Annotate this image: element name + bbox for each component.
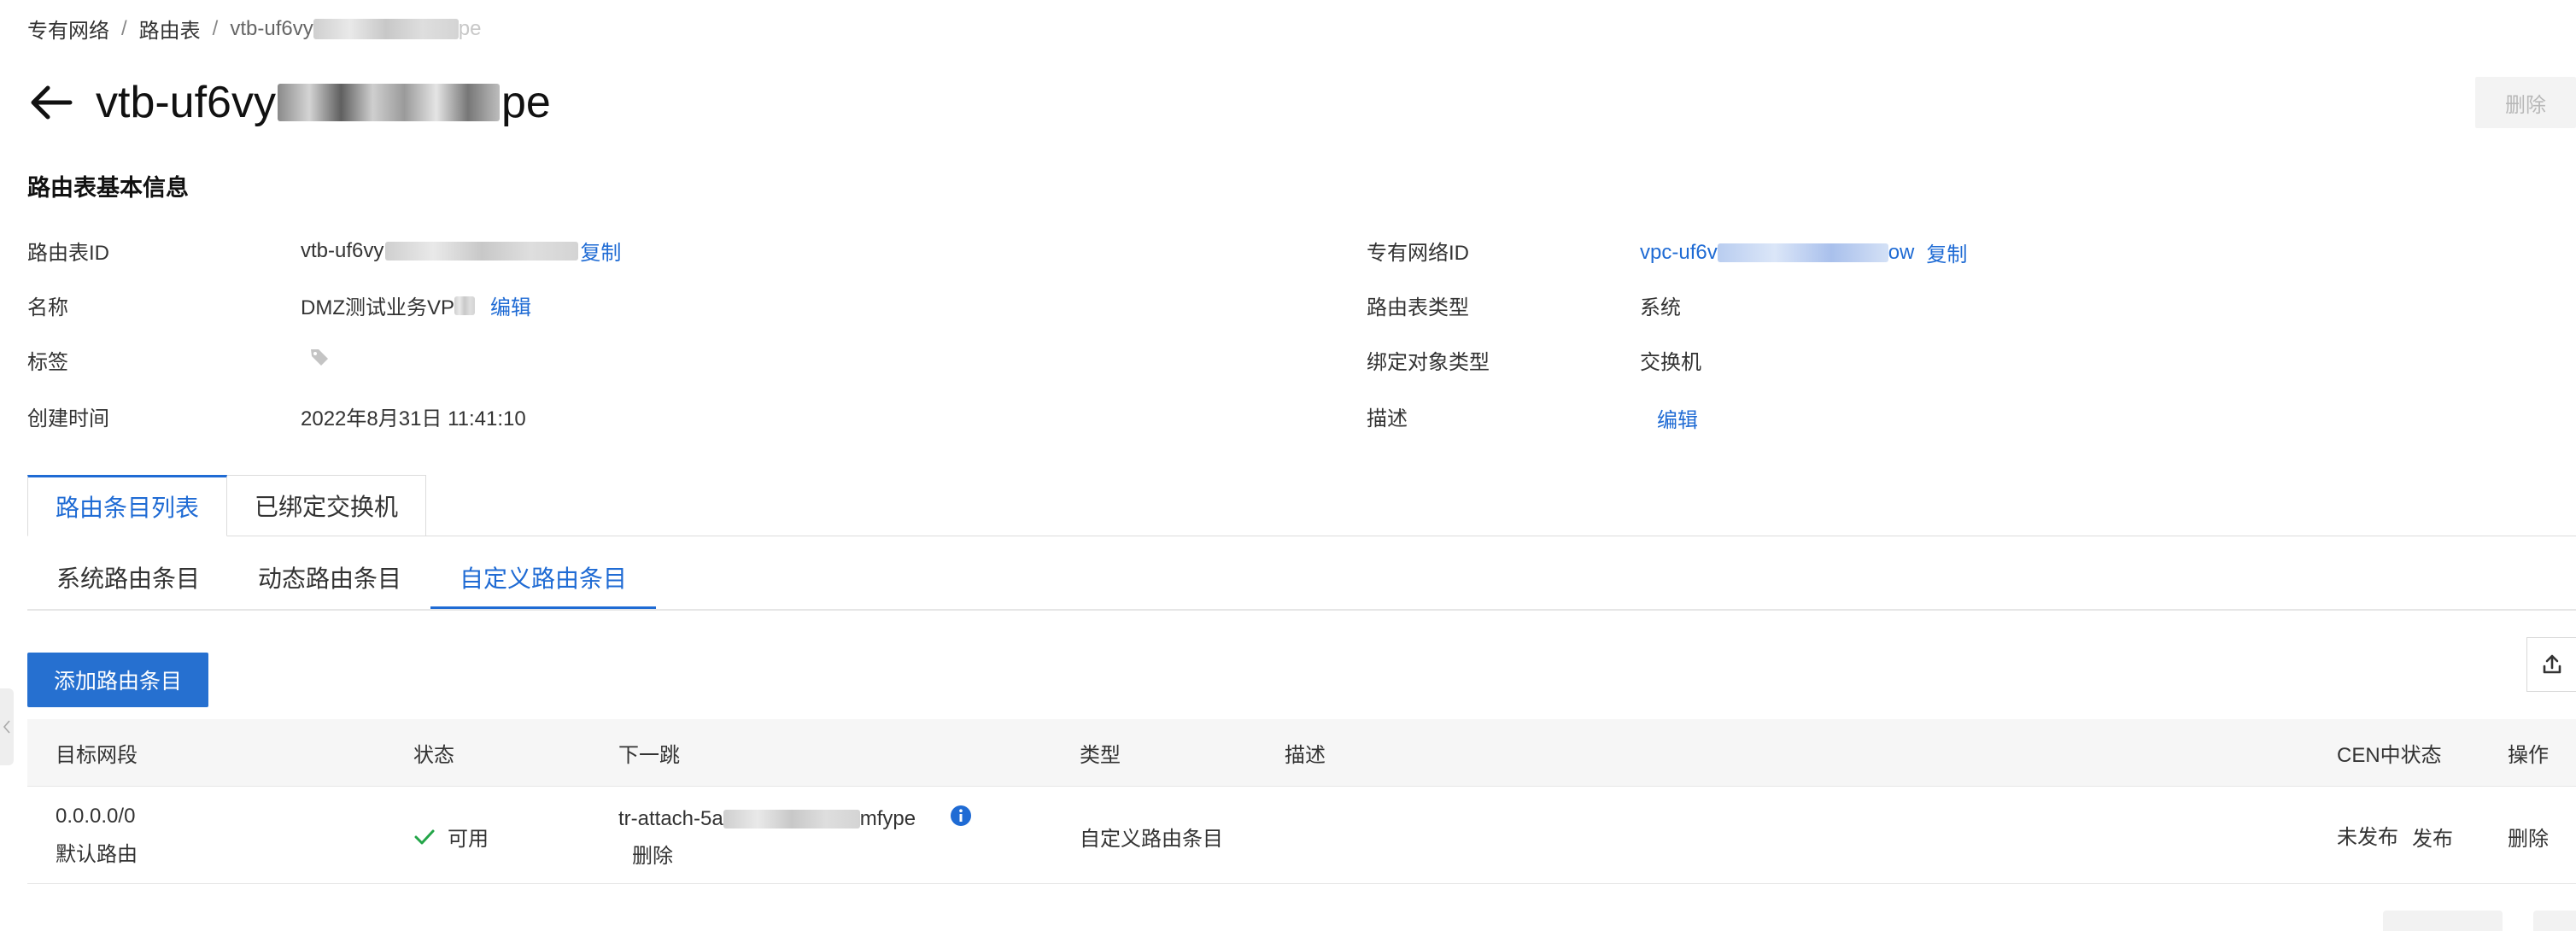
redacted-text [1717, 243, 1888, 263]
route-table-type-label: 路由表类型 [1367, 296, 1469, 319]
check-icon [414, 829, 435, 844]
edit-description-link[interactable]: 编辑 [1657, 403, 1698, 433]
redacted-text [277, 84, 500, 121]
page-title-prefix: vtb-uf6vy [96, 78, 276, 127]
status-text: 可用 [448, 828, 489, 851]
default-route-note: 默认路由 [56, 843, 138, 866]
route-entry-subtabs: 系统路由条目 动态路由条目 自定义路由条目 [27, 560, 657, 610]
route-table-id-text: vtb-uf6vy [301, 238, 384, 262]
name-text: DMZ测试业务VP [301, 296, 454, 319]
bind-type-value: 交换机 [1640, 351, 1701, 374]
redacted-text [454, 296, 475, 315]
breadcrumb-current-tail: pe [458, 16, 482, 40]
description-label: 描述 [1367, 407, 1408, 430]
name-value: DMZ测试业务VP 编辑 [301, 290, 531, 320]
name-label: 名称 [27, 296, 68, 319]
delete-route-table-button[interactable]: 删除 [2475, 77, 2576, 128]
tab-route-entries[interactable]: 路由条目列表 [27, 475, 228, 536]
subtab-custom-routes[interactable]: 自定义路由条目 [430, 560, 657, 610]
sidebar-collapse-handle[interactable] [0, 688, 14, 765]
column-header-next-hop: 下一跳 [618, 743, 680, 767]
created-time-value: 2022年8月31日 11:41:10 [301, 407, 526, 430]
tag-label: 标签 [27, 351, 68, 374]
breadcrumb: 专有网络 / 路由表 / vtb-uf6vy pe [27, 14, 481, 44]
subtabs-divider [27, 609, 2576, 611]
route-table-id-value: vtb-uf6vy 复制 [301, 236, 621, 266]
next-hop-cell: tr-attach-5a mfype [618, 805, 972, 833]
next-hop-suffix: mfype [859, 806, 916, 830]
breadcrumb-item-route-tables[interactable]: 路由表 [139, 14, 201, 44]
pagination-next-button[interactable] [2533, 911, 2576, 931]
destination-cidr: 0.0.0.0/0 [56, 805, 136, 828]
main-tabs: 路由条目列表 已绑定交换机 [27, 475, 427, 536]
breadcrumb-separator: / [212, 16, 219, 40]
add-route-entry-button[interactable]: 添加路由条目 [27, 653, 208, 707]
column-header-status: 状态 [413, 743, 454, 767]
section-title-basic-info: 路由表基本信息 [27, 175, 189, 201]
breadcrumb-item-vpc[interactable]: 专有网络 [27, 14, 109, 44]
bind-type-label: 绑定对象类型 [1367, 351, 1490, 374]
redacted-text [723, 809, 860, 829]
column-header-cen-status: CEN中状态 [2337, 743, 2442, 767]
next-hop-prefix: tr-attach-5a [618, 806, 723, 830]
vpc-id-label: 专有网络ID [1367, 242, 1469, 265]
delete-next-hop-link[interactable]: 删除 [632, 839, 673, 869]
vpc-id-link[interactable]: vpc-uf6v ow [1640, 241, 1914, 265]
publish-link[interactable]: 发布 [2412, 822, 2453, 852]
back-arrow-icon[interactable] [27, 79, 75, 126]
route-type-cell: 自定义路由条目 [1080, 828, 1223, 851]
table-row-divider [27, 883, 2576, 884]
breadcrumb-current: vtb-uf6vy pe [230, 17, 481, 41]
export-icon[interactable] [2526, 637, 2576, 692]
route-table-header: 目标网段 状态 下一跳 类型 描述 CEN中状态 操作 [27, 719, 2576, 786]
subtab-dynamic-routes[interactable]: 动态路由条目 [229, 560, 430, 608]
vpc-id-suffix: ow [1888, 240, 1915, 264]
column-header-actions: 操作 [2508, 743, 2549, 767]
column-header-type: 类型 [1080, 743, 1121, 767]
redacted-text [313, 19, 459, 40]
table-header-divider [27, 786, 2576, 787]
route-table-type-value: 系统 [1640, 296, 1681, 319]
copy-route-table-id-link[interactable]: 复制 [580, 236, 621, 266]
page-title-suffix: pe [501, 78, 551, 127]
delete-route-entry-link[interactable]: 删除 [2508, 822, 2549, 852]
breadcrumb-current-prefix: vtb-uf6vy [230, 16, 313, 40]
column-header-description: 描述 [1285, 743, 1326, 767]
tab-bound-vswitches[interactable]: 已绑定交换机 [227, 475, 427, 536]
redacted-text [385, 241, 579, 261]
copy-vpc-id-link[interactable]: 复制 [1926, 237, 1967, 267]
page-header: vtb-uf6vy pe [27, 75, 551, 130]
page-title: vtb-uf6vy pe [96, 77, 551, 128]
cen-status-text: 未发布 [2337, 826, 2398, 849]
edit-name-link[interactable]: 编辑 [490, 290, 531, 320]
vpc-id-value: vpc-uf6v ow 复制 [1640, 237, 1967, 267]
chevron-left-icon [3, 720, 10, 734]
route-table-id-label: 路由表ID [27, 242, 109, 265]
subtab-system-routes[interactable]: 系统路由条目 [27, 560, 229, 608]
created-time-label: 创建时间 [27, 407, 109, 430]
info-icon[interactable] [950, 805, 972, 833]
tag-icon[interactable] [309, 347, 330, 373]
column-header-destination: 目标网段 [56, 743, 138, 767]
pagination-control[interactable] [2383, 911, 2503, 931]
tag-value [309, 347, 330, 373]
status-cell: 可用 [413, 822, 489, 852]
breadcrumb-separator: / [121, 16, 127, 40]
vpc-id-prefix: vpc-uf6v [1640, 240, 1718, 264]
